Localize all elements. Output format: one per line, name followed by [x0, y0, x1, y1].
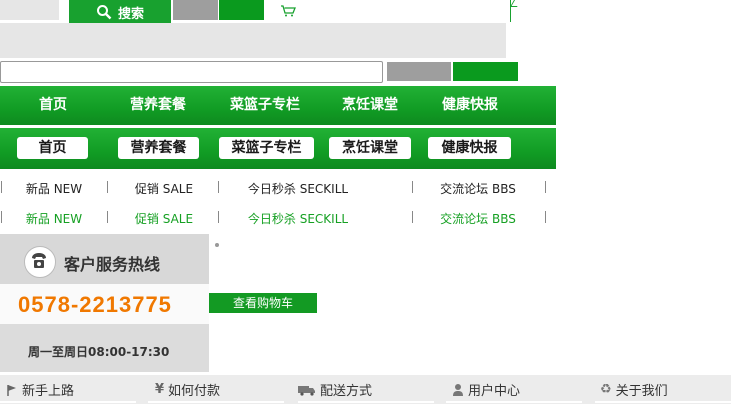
separator	[107, 211, 108, 223]
nav-secondary-nutrition[interactable]: 营养套餐	[118, 137, 199, 159]
phone-icon	[24, 246, 56, 278]
search-gray-button[interactable]	[387, 62, 451, 81]
search-button[interactable]: 搜索	[69, 0, 171, 24]
cart-area[interactable]	[270, 0, 511, 22]
separator	[1, 181, 2, 193]
subnav-new[interactable]: 新品 NEW	[14, 210, 94, 227]
footer-payment[interactable]: ¥ 如何付款	[155, 380, 220, 399]
hotline-phone: 0578-2213775	[18, 292, 172, 317]
search-input[interactable]	[0, 61, 383, 83]
search-icon	[96, 5, 112, 20]
footer-bar: 新手上路 ¥ 如何付款 配送方式 用户中心 ♻ 关于我们	[0, 375, 731, 404]
footer-about[interactable]: ♻ 关于我们	[600, 380, 668, 399]
footer-label: 配送方式	[320, 384, 373, 399]
separator	[1, 211, 2, 223]
subnav-dark: 新品 NEW 促销 SALE 今日秒杀 SECKILL 交流论坛 BBS	[0, 178, 556, 196]
top-green-button[interactable]	[219, 0, 264, 20]
hotline-panel: 客户服务热线 0578-2213775 周一至周日08:00-17:30	[0, 234, 209, 372]
subnav-sale[interactable]: 促销 SALE	[124, 210, 204, 227]
divider	[148, 401, 284, 403]
subnav-green: 新品 NEW 促销 SALE 今日秒杀 SECKILL 交流论坛 BBS	[0, 208, 556, 226]
separator	[107, 181, 108, 193]
top-gray-button[interactable]	[173, 0, 218, 20]
footer-label: 关于我们	[615, 384, 668, 399]
subnav-bbs[interactable]: 交流论坛 BBS	[428, 180, 528, 197]
top-left-box	[0, 0, 59, 20]
hotline-hours: 周一至周日08:00-17:30	[28, 345, 170, 359]
subnav-bbs[interactable]: 交流论坛 BBS	[428, 210, 528, 227]
footer-newbie[interactable]: 新手上路	[6, 380, 74, 399]
nav-primary-news[interactable]: 健康快报	[430, 86, 510, 124]
footer-user-center[interactable]: 用户中心	[452, 380, 520, 399]
footer-label: 用户中心	[468, 384, 521, 399]
nav-primary-cooking[interactable]: 烹饪课堂	[330, 86, 410, 124]
corner-accent	[509, 0, 522, 7]
recycle-icon: ♻	[600, 382, 612, 397]
separator	[218, 211, 219, 223]
hotline-phone-area: 0578-2213775	[0, 284, 209, 324]
divider	[446, 401, 582, 403]
nav-secondary-home[interactable]: 首页	[17, 137, 88, 159]
truck-icon	[298, 385, 315, 396]
separator	[545, 181, 546, 193]
nav-primary-home[interactable]: 首页	[18, 86, 88, 124]
subnav-seckill[interactable]: 今日秒杀 SECKILL	[232, 210, 364, 227]
footer-label: 如何付款	[168, 384, 221, 399]
cart-icon	[281, 5, 296, 17]
divider	[595, 401, 731, 403]
separator	[412, 211, 413, 223]
primary-navbar: 首页 营养套餐 菜篮子专栏 烹饪课堂 健康快报	[0, 86, 556, 125]
search-green-button[interactable]	[453, 62, 518, 81]
footer-label: 新手上路	[22, 384, 75, 399]
subnav-new[interactable]: 新品 NEW	[14, 180, 94, 197]
separator	[545, 211, 546, 223]
hotline-header: 客户服务热线	[0, 234, 209, 284]
flag-icon	[7, 384, 16, 396]
footer-delivery[interactable]: 配送方式	[298, 380, 372, 399]
nav-secondary-news[interactable]: 健康快报	[428, 137, 511, 159]
secondary-navbar: 首页 营养套餐 菜篮子专栏 烹饪课堂 健康快报	[0, 128, 556, 169]
subnav-seckill[interactable]: 今日秒杀 SECKILL	[232, 180, 364, 197]
dot	[215, 243, 219, 247]
divider	[0, 401, 136, 403]
user-icon	[453, 384, 463, 396]
search-button-label: 搜索	[117, 6, 144, 22]
nav-secondary-cooking[interactable]: 烹饪课堂	[329, 137, 411, 159]
divider	[298, 401, 434, 403]
separator	[412, 181, 413, 193]
hotline-title: 客户服务热线	[64, 255, 161, 274]
view-cart-button[interactable]: 查看购物车	[209, 293, 317, 313]
nav-secondary-basket[interactable]: 菜篮子专栏	[219, 137, 314, 159]
separator	[218, 181, 219, 193]
banner-placeholder	[0, 23, 506, 58]
nav-primary-basket[interactable]: 菜篮子专栏	[220, 86, 310, 124]
nav-primary-nutrition[interactable]: 营养套餐	[118, 86, 198, 124]
subnav-sale[interactable]: 促销 SALE	[124, 180, 204, 197]
yen-icon: ¥	[155, 382, 165, 397]
